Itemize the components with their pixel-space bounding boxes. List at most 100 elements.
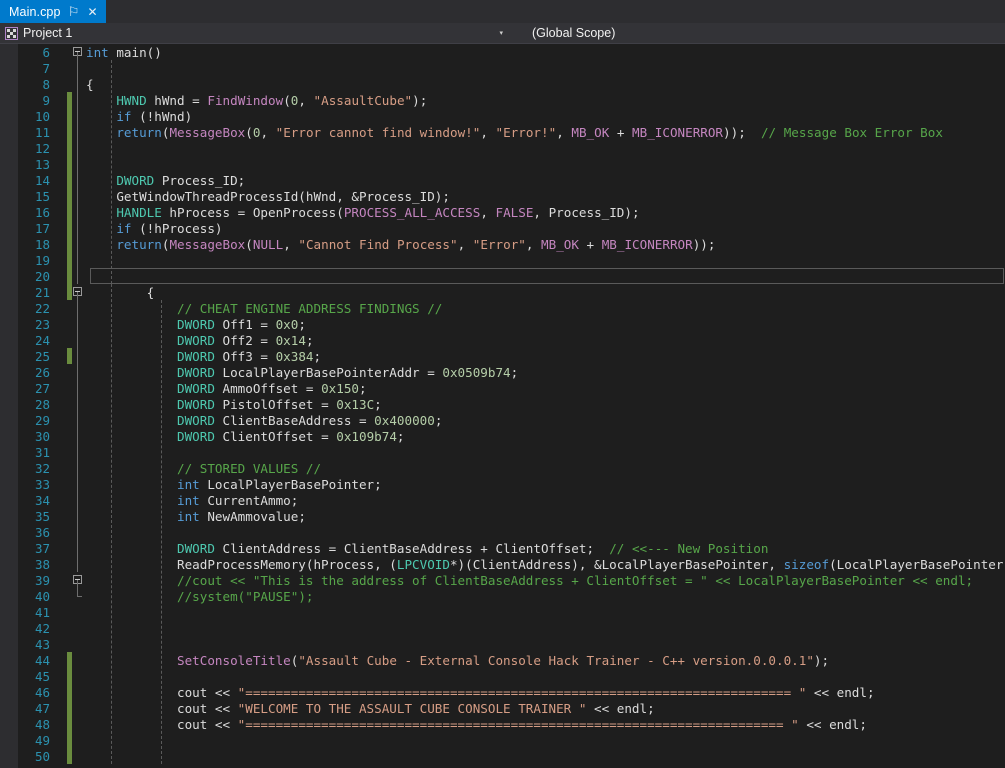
- code-line[interactable]: 20: [18, 268, 1005, 284]
- code-line[interactable]: 15 GetWindowThreadProcessId(hWnd, &Proce…: [18, 188, 1005, 204]
- outlining-margin[interactable]: [72, 44, 86, 60]
- code-text[interactable]: DWORD LocalPlayerBasePointerAddr = 0x050…: [86, 365, 1005, 380]
- code-line[interactable]: 32 // STORED VALUES //: [18, 460, 1005, 476]
- outlining-margin[interactable]: [72, 700, 86, 716]
- outlining-margin[interactable]: [72, 364, 86, 380]
- code-text[interactable]: //cout << "This is the address of Client…: [86, 573, 1005, 588]
- code-line[interactable]: 49: [18, 732, 1005, 748]
- code-text[interactable]: {: [86, 285, 1005, 300]
- code-line[interactable]: 46 cout << "============================…: [18, 684, 1005, 700]
- outlining-margin[interactable]: [72, 140, 86, 156]
- code-text[interactable]: {: [86, 77, 1005, 92]
- code-line[interactable]: 24 DWORD Off2 = 0x14;: [18, 332, 1005, 348]
- outlining-margin[interactable]: [72, 188, 86, 204]
- outlining-margin[interactable]: [72, 204, 86, 220]
- outlining-margin[interactable]: [72, 620, 86, 636]
- outlining-margin[interactable]: [72, 540, 86, 556]
- code-line[interactable]: 30 DWORD ClientOffset = 0x109b74;: [18, 428, 1005, 444]
- code-line[interactable]: 14 DWORD Process_ID;: [18, 172, 1005, 188]
- code-line[interactable]: 31: [18, 444, 1005, 460]
- code-line[interactable]: 41: [18, 604, 1005, 620]
- code-text[interactable]: int CurrentAmmo;: [86, 493, 1005, 508]
- outlining-margin[interactable]: [72, 412, 86, 428]
- code-text[interactable]: HWND hWnd = FindWindow(0, "AssaultCube")…: [86, 93, 1005, 108]
- outlining-margin[interactable]: [72, 556, 86, 572]
- code-line[interactable]: 6int main(): [18, 44, 1005, 60]
- outlining-margin[interactable]: [72, 460, 86, 476]
- outlining-margin[interactable]: [72, 652, 86, 668]
- code-line[interactable]: 28 DWORD PistolOffset = 0x13C;: [18, 396, 1005, 412]
- outlining-margin[interactable]: [72, 156, 86, 172]
- outlining-margin[interactable]: [72, 76, 86, 92]
- outlining-margin[interactable]: [72, 124, 86, 140]
- outlining-margin[interactable]: [72, 300, 86, 316]
- outlining-margin[interactable]: [72, 428, 86, 444]
- outlining-margin[interactable]: [72, 108, 86, 124]
- outlining-margin[interactable]: [72, 92, 86, 108]
- code-line[interactable]: 48 cout << "============================…: [18, 716, 1005, 732]
- outlining-margin[interactable]: [72, 268, 86, 284]
- code-text[interactable]: //system("PAUSE");: [86, 589, 1005, 604]
- code-text[interactable]: DWORD PistolOffset = 0x13C;: [86, 397, 1005, 412]
- outlining-margin[interactable]: [72, 636, 86, 652]
- outlining-margin[interactable]: [72, 572, 86, 588]
- outlining-margin[interactable]: [72, 380, 86, 396]
- code-line[interactable]: 29 DWORD ClientBaseAddress = 0x400000;: [18, 412, 1005, 428]
- outlining-margin[interactable]: [72, 252, 86, 268]
- code-line[interactable]: 13: [18, 156, 1005, 172]
- code-text[interactable]: int main(): [86, 45, 1005, 60]
- outlining-margin[interactable]: [72, 316, 86, 332]
- code-line[interactable]: 17 if (!hProcess): [18, 220, 1005, 236]
- code-text[interactable]: cout << "===============================…: [86, 685, 1005, 700]
- chevron-down-icon[interactable]: ▾: [499, 30, 503, 37]
- code-line[interactable]: 38 ReadProcessMemory(hProcess, (LPCVOID*…: [18, 556, 1005, 572]
- code-text[interactable]: if (!hProcess): [86, 221, 1005, 236]
- code-surface[interactable]: 6int main()78{9 HWND hWnd = FindWindow(0…: [18, 44, 1005, 768]
- code-line[interactable]: 47 cout << "WELCOME TO THE ASSAULT CUBE …: [18, 700, 1005, 716]
- code-text[interactable]: cout << "WELCOME TO THE ASSAULT CUBE CON…: [86, 701, 1005, 716]
- outlining-margin[interactable]: [72, 60, 86, 76]
- code-line[interactable]: 35 int NewAmmovalue;: [18, 508, 1005, 524]
- code-line[interactable]: 10 if (!hWnd): [18, 108, 1005, 124]
- pin-icon[interactable]: ⚐: [68, 5, 80, 18]
- outlining-margin[interactable]: [72, 492, 86, 508]
- code-line[interactable]: 39 //cout << "This is the address of Cli…: [18, 572, 1005, 588]
- code-line[interactable]: 21 {: [18, 284, 1005, 300]
- code-text[interactable]: int NewAmmovalue;: [86, 509, 1005, 524]
- code-line[interactable]: 18 return(MessageBox(NULL, "Cannot Find …: [18, 236, 1005, 252]
- outlining-margin[interactable]: [72, 524, 86, 540]
- code-line[interactable]: 45: [18, 668, 1005, 684]
- outlining-margin[interactable]: [72, 716, 86, 732]
- code-line[interactable]: 26 DWORD LocalPlayerBasePointerAddr = 0x…: [18, 364, 1005, 380]
- code-text[interactable]: DWORD AmmoOffset = 0x150;: [86, 381, 1005, 396]
- code-line[interactable]: 34 int CurrentAmmo;: [18, 492, 1005, 508]
- code-line[interactable]: 12: [18, 140, 1005, 156]
- code-line[interactable]: 16 HANDLE hProcess = OpenProcess(PROCESS…: [18, 204, 1005, 220]
- code-text[interactable]: SetConsoleTitle("Assault Cube - External…: [86, 653, 1005, 668]
- code-text[interactable]: DWORD Off3 = 0x384;: [86, 349, 1005, 364]
- outlining-margin[interactable]: [72, 476, 86, 492]
- outlining-margin[interactable]: [72, 172, 86, 188]
- code-line[interactable]: 23 DWORD Off1 = 0x0;: [18, 316, 1005, 332]
- close-icon[interactable]: ✕: [87, 6, 99, 18]
- code-line[interactable]: 22 // CHEAT ENGINE ADDRESS FINDINGS //: [18, 300, 1005, 316]
- code-line[interactable]: 42: [18, 620, 1005, 636]
- code-text[interactable]: DWORD Off2 = 0x14;: [86, 333, 1005, 348]
- code-text[interactable]: cout << "===============================…: [86, 717, 1005, 732]
- code-text[interactable]: DWORD ClientAddress = ClientBaseAddress …: [86, 541, 1005, 556]
- code-text[interactable]: DWORD Off1 = 0x0;: [86, 317, 1005, 332]
- code-line[interactable]: 9 HWND hWnd = FindWindow(0, "AssaultCube…: [18, 92, 1005, 108]
- code-text[interactable]: return(MessageBox(NULL, "Cannot Find Pro…: [86, 237, 1005, 252]
- outlining-margin[interactable]: [72, 348, 86, 364]
- code-line[interactable]: 8{: [18, 76, 1005, 92]
- outlining-margin[interactable]: [72, 444, 86, 460]
- outlining-margin[interactable]: [72, 236, 86, 252]
- code-text[interactable]: // CHEAT ENGINE ADDRESS FINDINGS //: [86, 301, 1005, 316]
- code-line[interactable]: 43: [18, 636, 1005, 652]
- outlining-margin[interactable]: [72, 668, 86, 684]
- code-line[interactable]: 36: [18, 524, 1005, 540]
- code-editor[interactable]: 6int main()78{9 HWND hWnd = FindWindow(0…: [0, 44, 1005, 768]
- outlining-margin[interactable]: [72, 748, 86, 764]
- outlining-margin[interactable]: [72, 508, 86, 524]
- code-text[interactable]: ReadProcessMemory(hProcess, (LPCVOID*)(C…: [86, 557, 1005, 572]
